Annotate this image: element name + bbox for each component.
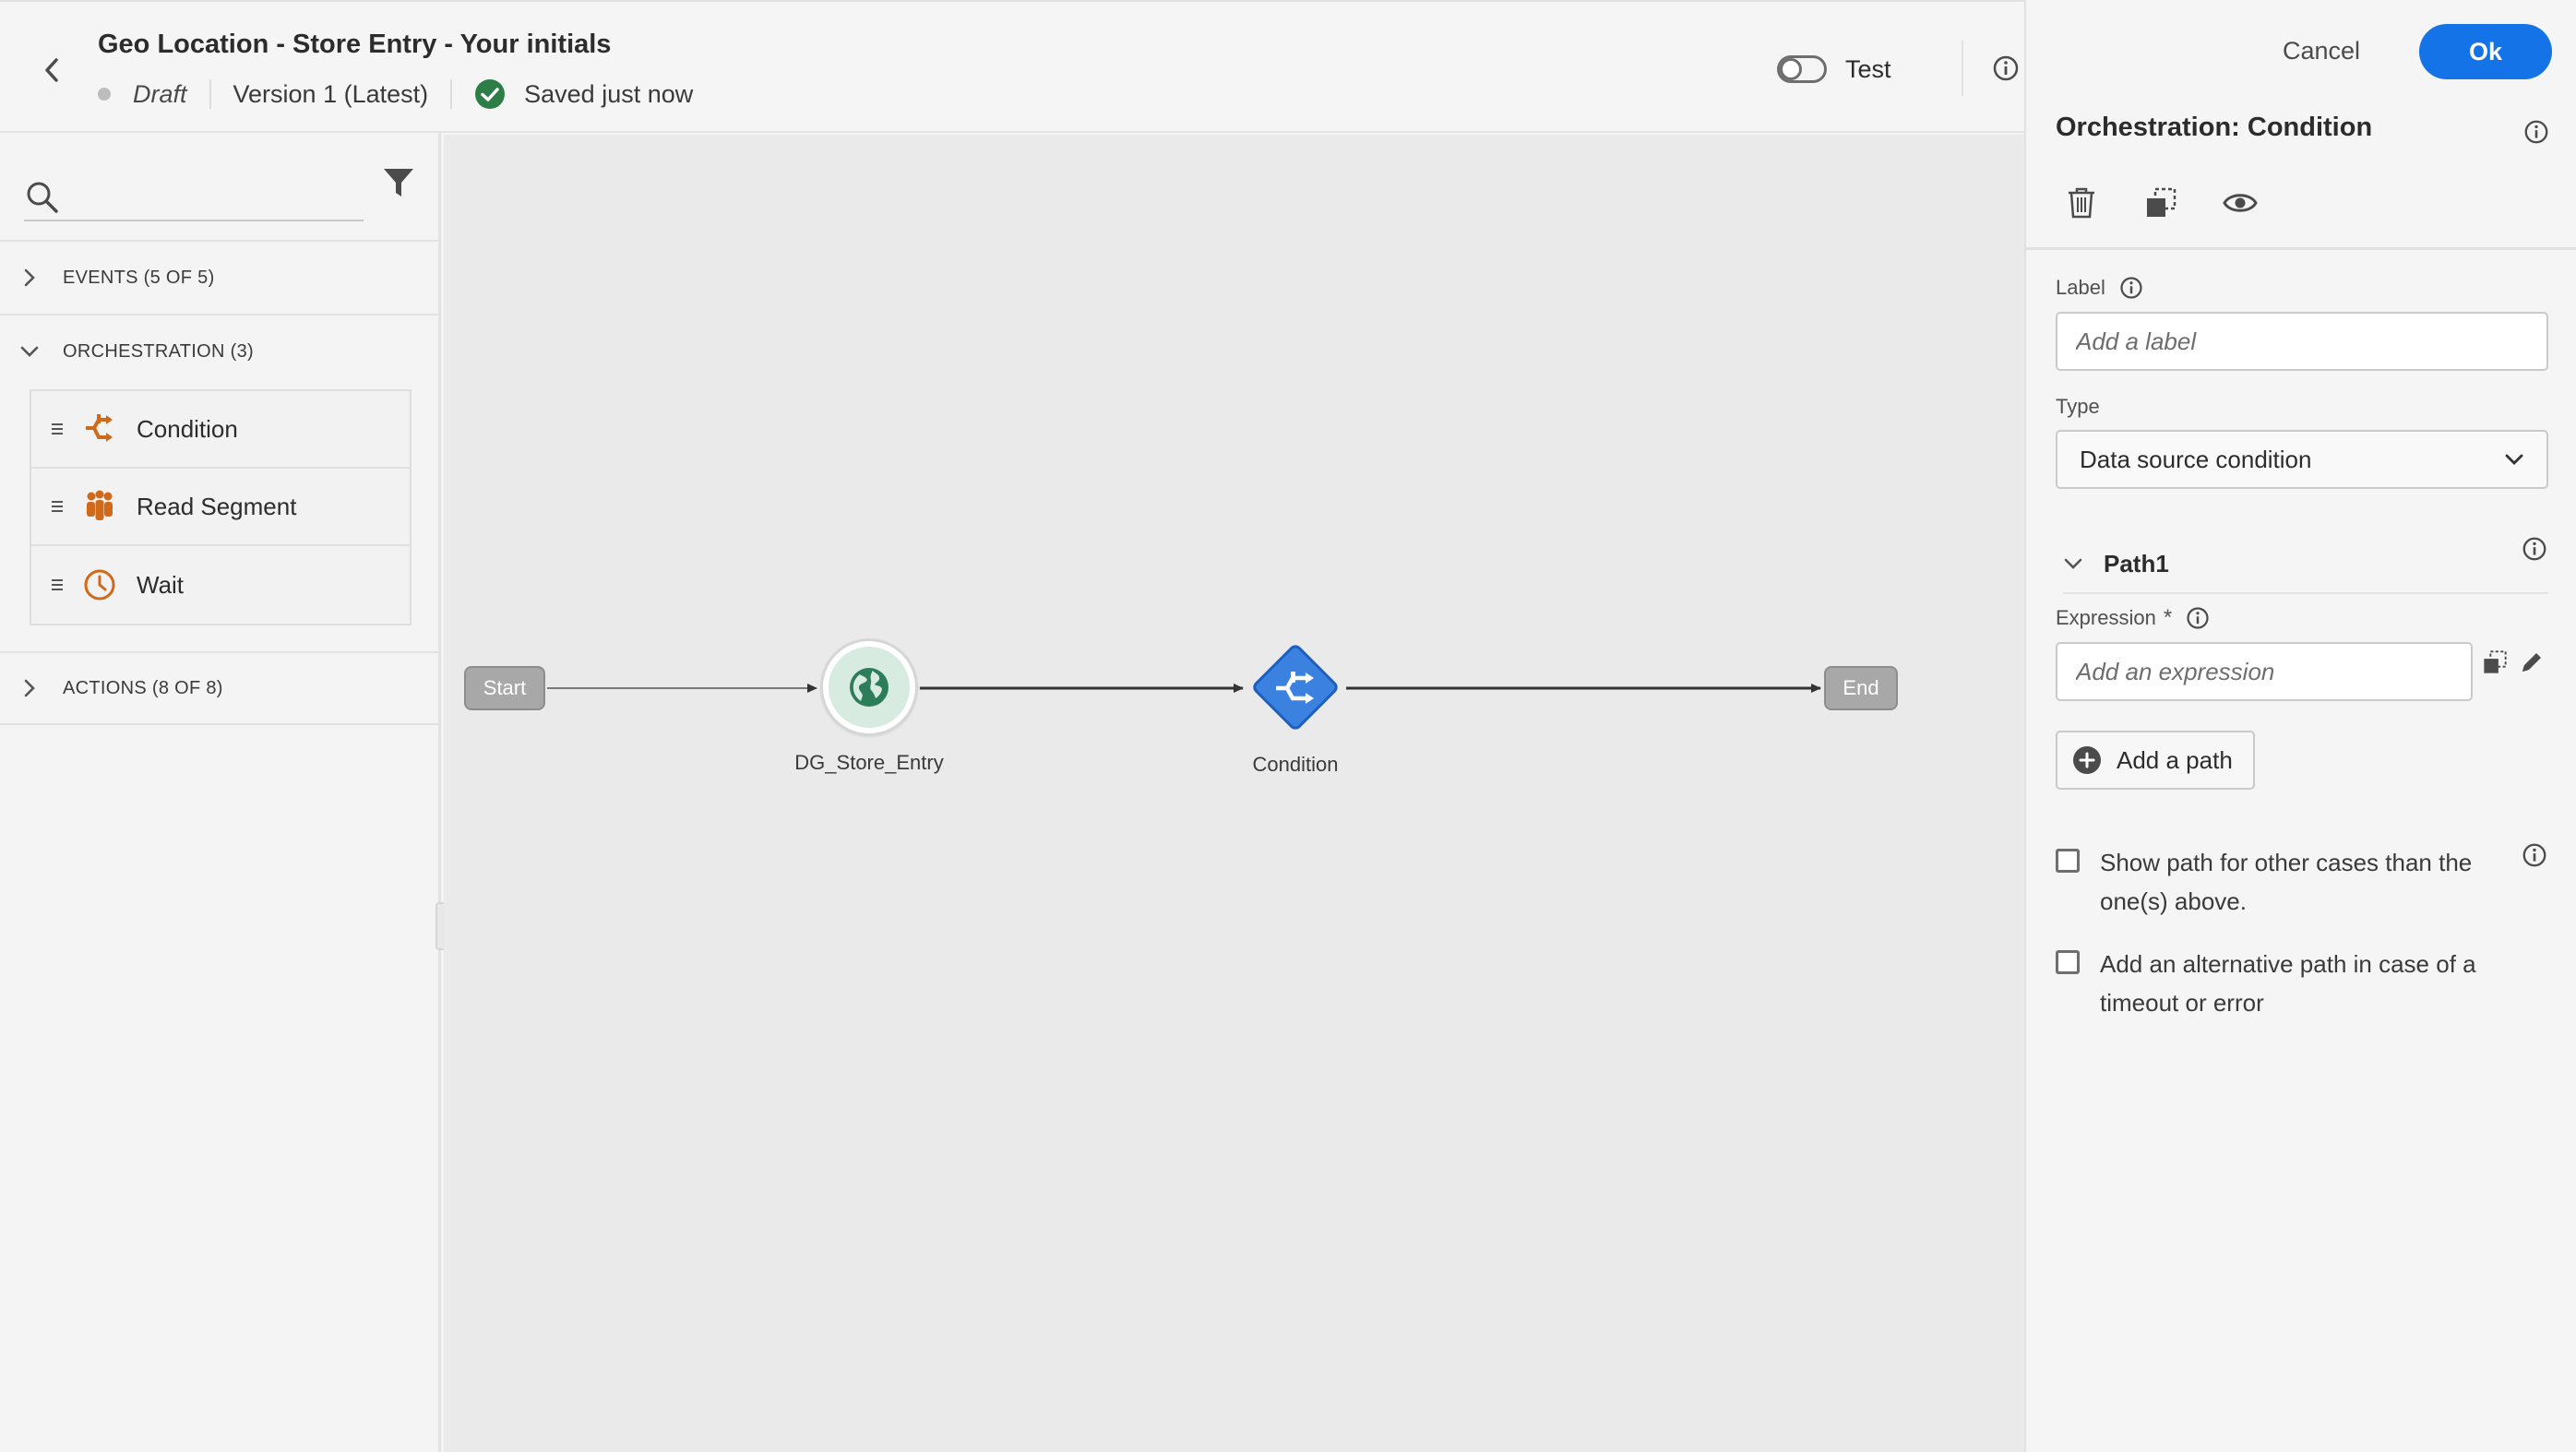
saved-status-text: Saved just now — [524, 79, 694, 108]
ok-button[interactable]: Ok — [2419, 24, 2552, 79]
search-input[interactable] — [72, 170, 358, 212]
copy-icon[interactable] — [2482, 649, 2508, 675]
search-icon — [27, 182, 58, 213]
divider — [209, 79, 211, 109]
expression-input[interactable] — [2056, 642, 2473, 701]
status-text: Draft — [133, 79, 187, 108]
type-select-value: Data source condition — [2080, 445, 2312, 473]
preview-button[interactable] — [2222, 184, 2259, 221]
divider — [450, 79, 453, 109]
drag-handle-icon[interactable] — [52, 501, 72, 512]
condition-node[interactable] — [1246, 638, 1344, 736]
drag-handle-icon[interactable] — [52, 423, 72, 434]
journey-title: Geo Location - Store Entry - Your initia… — [98, 30, 612, 59]
flow-connectors — [547, 684, 1821, 693]
section-orchestration-label: ORCHESTRATION (3) — [63, 340, 254, 362]
info-icon[interactable] — [2522, 118, 2550, 146]
journey-header: Geo Location - Store Entry - Your initia… — [0, 0, 2024, 133]
palette-item-read-segment[interactable]: Read Segment — [31, 469, 410, 546]
globe-icon — [850, 668, 888, 707]
type-field-label: Type — [2056, 395, 2100, 418]
test-toggle-label: Test — [1845, 55, 1891, 83]
check-circle-icon — [475, 79, 506, 109]
activity-palette: EVENTS (5 OF 5) ORCHESTRATION (3) Condit… — [0, 133, 441, 1452]
palette-item-label: Condition — [137, 414, 238, 443]
palette-item-label: Read Segment — [137, 492, 297, 520]
test-toggle[interactable] — [1777, 55, 1827, 83]
panel-title: Orchestration: Condition — [2056, 113, 2373, 142]
divider — [1962, 41, 1963, 96]
condition-node-shape — [1253, 645, 1338, 730]
info-icon[interactable] — [2521, 535, 2548, 563]
divider — [2026, 247, 2576, 250]
label-input[interactable] — [2056, 312, 2548, 371]
start-node[interactable]: Start — [464, 666, 545, 710]
type-select[interactable]: Data source condition — [2056, 430, 2548, 489]
condition-node-label: Condition — [1252, 753, 1339, 776]
journey-canvas[interactable]: Start DG_Store_Entry Condition End — [444, 135, 2024, 1452]
properties-panel: Cancel Ok Orchestration: Condition Label… — [2024, 0, 2576, 1452]
end-node[interactable]: End — [1824, 666, 1898, 710]
event-node-dg-store-entry[interactable] — [820, 638, 918, 736]
section-orchestration[interactable]: ORCHESTRATION (3) — [0, 314, 438, 387]
checkbox-label: Add an alternative path in case of a tim… — [2100, 950, 2476, 1017]
checkbox[interactable] — [2056, 849, 2080, 873]
label-field-text: Label — [2056, 276, 2105, 299]
label-field-label: Label — [2056, 275, 2144, 301]
path-accordion-header[interactable]: Path1 — [2063, 535, 2548, 594]
add-path-label: Add a path — [2117, 745, 2233, 774]
chevron-right-icon — [24, 679, 35, 697]
palette-item-condition[interactable]: Condition — [31, 391, 410, 469]
expression-label-text: Expression — [2056, 606, 2156, 629]
cancel-button[interactable]: Cancel — [2268, 26, 2375, 76]
checkbox-label: Show path for other cases than the one(s… — [2100, 849, 2473, 915]
checkbox-timeout-path[interactable]: Add an alternative path in case of a tim… — [2056, 945, 2517, 1022]
segment-people-icon — [87, 490, 113, 520]
info-icon[interactable] — [2185, 605, 2211, 631]
filter-icon[interactable] — [382, 166, 415, 199]
back-button[interactable] — [33, 52, 70, 89]
chevron-down-icon — [20, 346, 39, 357]
chevron-down-icon — [2505, 454, 2523, 465]
delete-button[interactable] — [2063, 184, 2100, 221]
checkbox-show-other-path[interactable]: Show path for other cases than the one(s… — [2056, 843, 2517, 921]
checkbox[interactable] — [2056, 950, 2080, 974]
chevron-right-icon — [24, 268, 35, 287]
clock-icon — [84, 569, 115, 601]
palette-item-wait[interactable]: Wait — [31, 546, 410, 624]
palette-item-label: Wait — [137, 570, 185, 599]
section-actions-label: ACTIONS (8 OF 8) — [63, 677, 223, 698]
trash-icon — [2069, 187, 2094, 219]
orchestration-list: Condition Read Segment Wait — [30, 389, 411, 625]
copy-icon — [2147, 187, 2176, 217]
status-dot-icon — [98, 88, 111, 101]
info-icon[interactable] — [2118, 275, 2144, 301]
event-node-label: DG_Store_Entry — [794, 751, 944, 774]
required-mark: * — [2163, 605, 2173, 630]
duplicate-button[interactable] — [2142, 184, 2179, 221]
info-icon[interactable] — [2521, 841, 2548, 869]
chevron-down-icon — [2064, 558, 2082, 569]
path-title: Path1 — [2104, 549, 2169, 577]
add-path-button[interactable]: Add a path — [2056, 731, 2255, 790]
info-icon[interactable] — [1991, 54, 2021, 83]
section-events[interactable]: EVENTS (5 OF 5) — [0, 240, 438, 314]
search-field — [24, 161, 364, 221]
version-text: Version 1 (Latest) — [233, 79, 429, 108]
expression-field-label: Expression * — [2056, 605, 2211, 631]
activity-toolbar — [2063, 184, 2259, 221]
section-events-label: EVENTS (5 OF 5) — [63, 267, 215, 288]
add-circle-icon — [2073, 746, 2101, 774]
eye-icon — [2223, 194, 2258, 212]
pencil-icon[interactable] — [2519, 649, 2545, 675]
drag-handle-icon[interactable] — [52, 579, 72, 590]
condition-icon — [86, 414, 113, 442]
section-actions[interactable]: ACTIONS (8 OF 8) — [0, 651, 438, 725]
chevron-left-icon — [45, 58, 58, 82]
journey-meta: Draft Version 1 (Latest) Saved just now — [98, 76, 693, 113]
